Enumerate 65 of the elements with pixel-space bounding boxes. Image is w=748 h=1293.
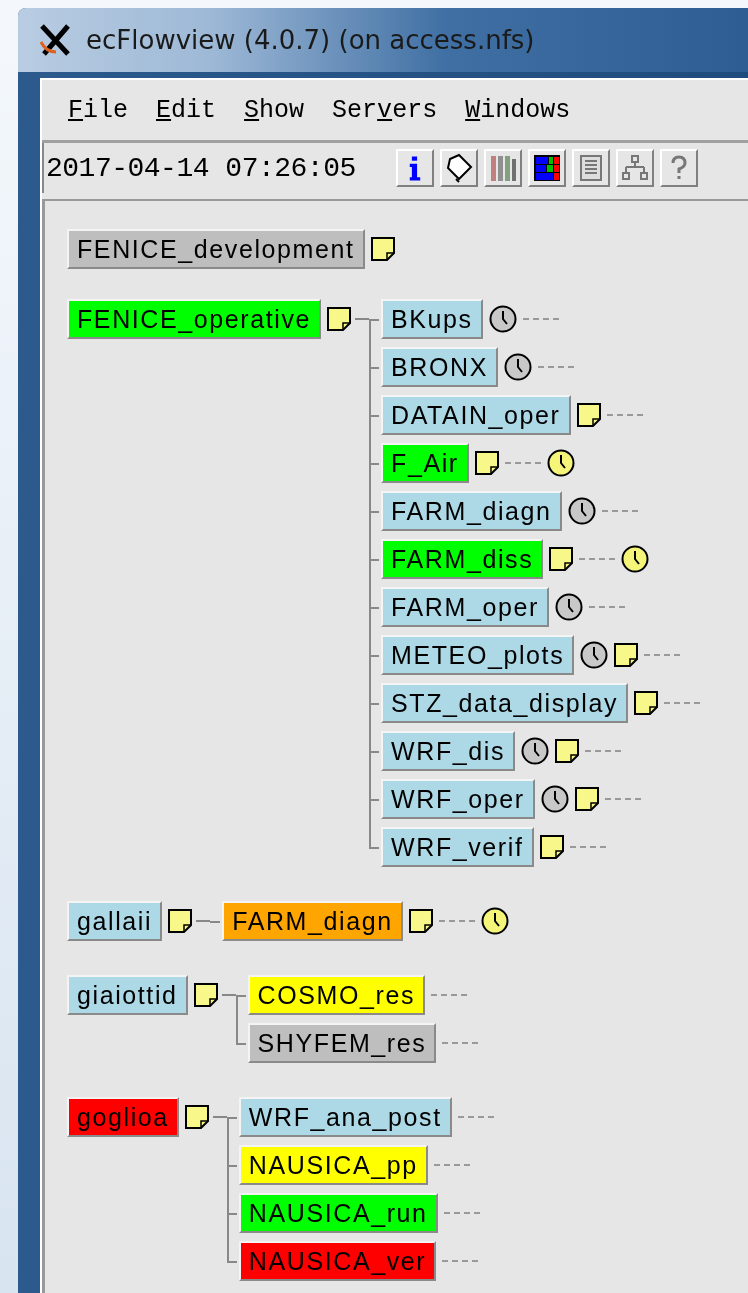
- clock-icon: [554, 593, 583, 621]
- note-icon: [168, 909, 193, 933]
- clock-icon: [580, 641, 609, 669]
- tree-node[interactable]: STZ_data_display: [381, 683, 629, 723]
- grid-icon: [531, 153, 562, 183]
- tree-node[interactable]: FARM_oper: [381, 587, 549, 627]
- note-icon: [574, 787, 599, 811]
- tree-node[interactable]: COSMO_res: [247, 975, 426, 1015]
- grid-button[interactable]: [527, 149, 566, 187]
- tree-node[interactable]: WRF_ana_post: [238, 1097, 452, 1137]
- note-icon: [370, 237, 395, 261]
- list-button[interactable]: [571, 149, 610, 187]
- tree-node[interactable]: NAUSICA_run: [238, 1193, 438, 1233]
- tree-node[interactable]: WRF_oper: [381, 779, 535, 819]
- note-icon: [634, 691, 659, 715]
- note-icon: [576, 403, 601, 427]
- clock-icon: [540, 785, 569, 813]
- tree-node[interactable]: FARM_diagn: [381, 491, 562, 531]
- menu-item[interactable]: File: [68, 95, 129, 125]
- tree-button[interactable]: [615, 149, 654, 187]
- note-icon: [184, 1105, 209, 1129]
- tree-node[interactable]: FARM_diss: [381, 539, 544, 579]
- info-button[interactable]: [395, 149, 434, 187]
- clock-icon: [546, 449, 575, 477]
- tree-node[interactable]: BKups: [381, 299, 483, 339]
- tree-node[interactable]: WRF_verif: [381, 827, 534, 867]
- clock-icon: [567, 497, 596, 525]
- note-icon: [408, 909, 433, 933]
- tree-node[interactable]: SHYFEM_res: [247, 1023, 437, 1063]
- note-icon: [614, 643, 639, 667]
- tree-node[interactable]: gallaii: [67, 901, 163, 941]
- tree-node[interactable]: DATAIN_oper: [381, 395, 571, 435]
- tree-node[interactable]: goglioa: [67, 1097, 179, 1137]
- tree-node[interactable]: WRF_dis: [381, 731, 515, 771]
- tree-node[interactable]: FENICE_development: [67, 229, 365, 269]
- tree-node[interactable]: NAUSICA_pp: [238, 1145, 428, 1185]
- tag-button[interactable]: [439, 149, 478, 187]
- tree-icon: [619, 153, 650, 183]
- menu-item[interactable]: Servers: [332, 95, 438, 125]
- menu-item[interactable]: Edit: [156, 95, 217, 125]
- clock-icon: [488, 305, 517, 333]
- tree-node[interactable]: BRONX: [381, 347, 498, 387]
- window-title: ecFlowview (4.0.7) (on access.nfs): [86, 25, 535, 55]
- tree-node[interactable]: F_Air: [381, 443, 469, 483]
- note-icon: [474, 451, 499, 475]
- tree-node[interactable]: giaiottid: [67, 975, 188, 1015]
- tree-node[interactable]: NAUSICA_ver: [238, 1241, 437, 1281]
- note-icon: [555, 739, 579, 763]
- datetime-text: 2017-04-14 07:26:05: [46, 152, 356, 184]
- bars-button[interactable]: [483, 149, 522, 187]
- note-icon: [539, 835, 564, 859]
- note-icon: [327, 307, 352, 331]
- note-icon: [193, 983, 218, 1007]
- info-icon: [408, 155, 421, 181]
- menu-item[interactable]: Show: [244, 95, 305, 125]
- help-button[interactable]: [659, 149, 698, 187]
- clock-icon: [521, 737, 549, 765]
- clock-icon: [621, 545, 650, 573]
- tree-node[interactable]: METEO_plots: [381, 635, 575, 675]
- clock-icon: [503, 353, 532, 381]
- clock-icon: [480, 907, 509, 935]
- menu-item[interactable]: Windows: [465, 95, 571, 125]
- note-icon: [549, 547, 574, 571]
- tree-node[interactable]: FENICE_operative: [67, 299, 322, 339]
- tree-node[interactable]: FARM_diagn: [222, 901, 403, 941]
